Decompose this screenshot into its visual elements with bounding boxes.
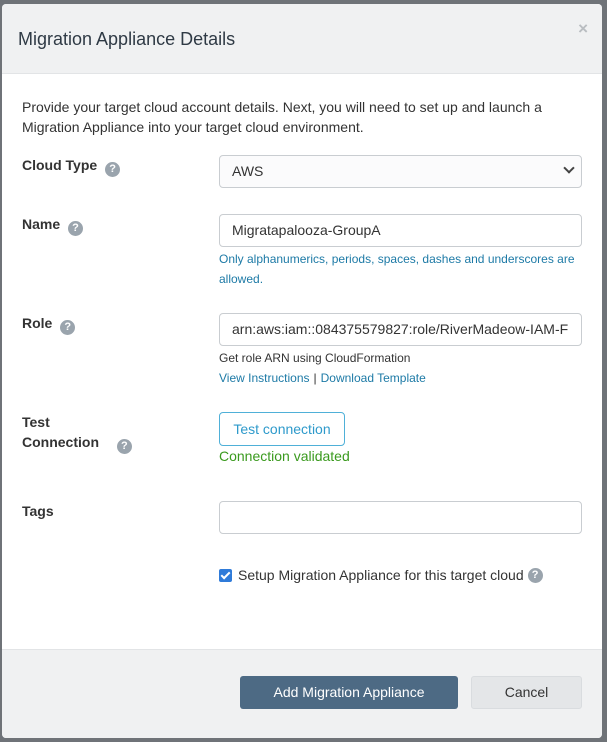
tags-input[interactable] [219,501,582,534]
name-hint: Only alphanumerics, periods, spaces, das… [219,252,575,286]
cloud-type-select[interactable]: AWS [219,155,582,188]
test-connection-label-line2-text: Connection [22,434,99,450]
help-icon[interactable]: ? [105,162,121,177]
setup-appliance-label[interactable]: Setup Migration Appliance for this targe… [238,565,524,585]
role-input[interactable]: arn:aws:iam::084375579827:role/RiverMade… [219,313,582,346]
role-links: View Instructions | Download Template [219,368,584,388]
setup-appliance-row: Setup Migration Appliance for this targe… [219,565,543,585]
cloud-type-label: Cloud Type ? [22,155,121,177]
intro-text: Provide your target cloud account detail… [22,99,542,135]
modal-title: Migration Appliance Details [18,29,236,49]
help-icon[interactable]: ? [60,320,76,335]
connection-status: Connection validated [219,448,350,464]
name-label-text: Name [22,216,61,232]
cancel-button[interactable]: Cancel [471,676,582,709]
help-icon[interactable]: ? [527,567,543,583]
test-connection-label: Test Connection ? [22,412,132,454]
migration-appliance-modal: Migration Appliance Details × Provide yo… [2,4,602,738]
role-label-text: Role [22,315,53,331]
role-label: Role ? [22,313,76,335]
setup-appliance-checkbox[interactable] [219,568,232,582]
chevron-down-icon [563,162,575,174]
help-icon[interactable]: ? [68,221,84,236]
download-template-link[interactable]: Download Template [321,371,426,385]
test-connection-label-line2: Connection ? [22,432,132,454]
role-hint: Get role ARN using CloudFormation [219,351,411,365]
view-instructions-link[interactable]: View Instructions [219,371,310,385]
help-icon[interactable]: ? [116,439,132,454]
close-icon[interactable]: × [578,20,588,37]
cloud-type-label-text: Cloud Type [22,157,98,173]
link-separator: | [313,371,317,385]
modal-footer: Add Migration Appliance Cancel [2,649,602,738]
test-connection-button[interactable]: Test connection [219,412,345,446]
name-label: Name ? [22,214,84,236]
name-input[interactable]: Migratapalooza-GroupA [219,214,582,247]
tags-label: Tags [22,503,54,519]
test-connection-label-line1: Test [22,414,50,430]
add-migration-appliance-button[interactable]: Add Migration Appliance [240,676,458,709]
modal-header: Migration Appliance Details × [2,4,602,74]
cloud-type-value: AWS [232,163,264,179]
